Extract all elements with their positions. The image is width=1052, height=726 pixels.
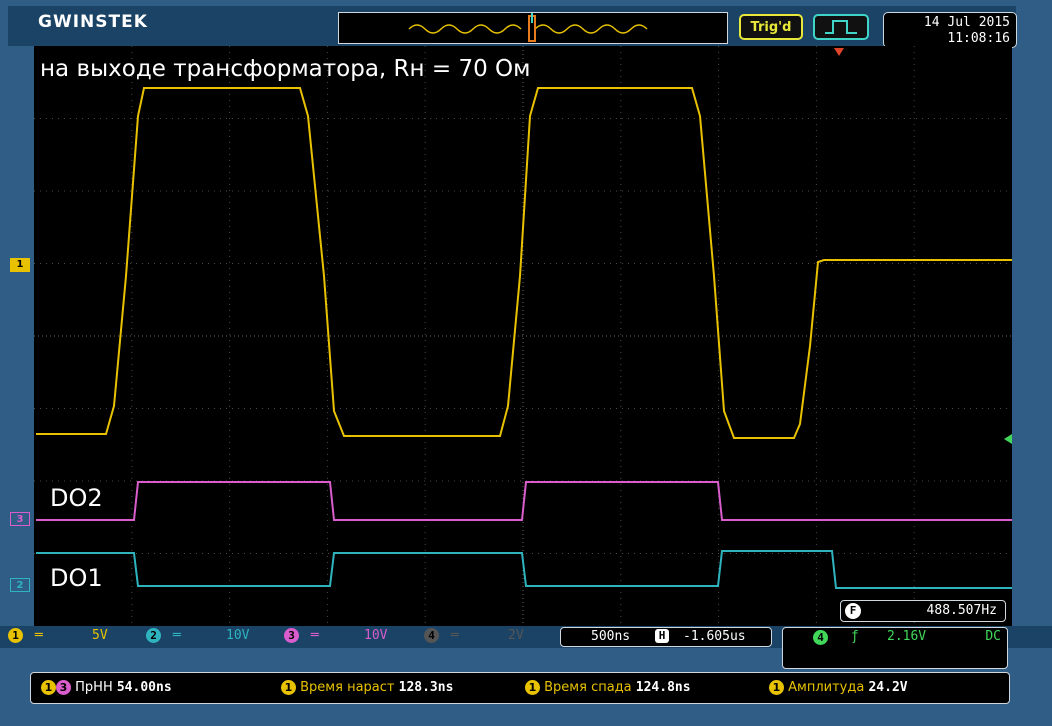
trigger-status: Trig'd: [739, 14, 803, 40]
measurement-fall-time[interactable]: 1 Время спада 124.8ns: [525, 680, 691, 695]
trigger-position-marker: [834, 48, 844, 56]
time-scale: 500ns: [591, 629, 631, 644]
measurement-amplitude[interactable]: 1 Амплитуда 24.2V: [769, 680, 908, 695]
brand-logo: GWINSTEK: [38, 12, 148, 32]
measurement-delay[interactable]: 13 ПрНН 54.00ns: [41, 680, 172, 695]
timebase-setting[interactable]: 500ns H -1.605us: [560, 627, 772, 647]
horizontal-icon: H: [655, 629, 669, 643]
ch2-scale: 10V: [226, 628, 250, 643]
date: 14 Jul 2015: [923, 15, 1010, 30]
ch1-badge: 1: [8, 628, 23, 643]
ch3-marker[interactable]: 3: [10, 512, 30, 526]
ch4-badge: 4: [424, 628, 439, 643]
trigger-level: 2.16V: [887, 629, 927, 644]
do1-label: DO1: [50, 564, 103, 592]
meas-label: Амплитуда: [788, 680, 865, 695]
ch1-badge: 1: [769, 680, 784, 695]
ch2-badge: 2: [146, 628, 161, 643]
graticule: [34, 46, 1012, 626]
ch3-badge: 3: [56, 680, 71, 695]
do2-label: DO2: [50, 484, 103, 512]
ch1-badge: 1: [281, 680, 296, 695]
meas-value: 128.3ns: [398, 680, 454, 695]
ch1-waveform: [36, 87, 1012, 439]
frequency-badge: F: [845, 603, 861, 619]
trigger-source-badge: 4: [813, 630, 828, 645]
acquisition-mode-icon[interactable]: [813, 14, 869, 40]
oscilloscope-frame: GWINSTEK Trig'd 14 Jul 2015 11:08:16 на …: [0, 0, 1052, 726]
ch4-setting[interactable]: 4 ═ 2V: [424, 628, 554, 646]
waveform-overview[interactable]: [338, 12, 728, 44]
ch3-setting[interactable]: 3 ═ 10V: [284, 628, 414, 646]
time-offset: -1.605us: [683, 629, 746, 644]
dc-coupling-icon: ═: [34, 628, 43, 643]
trigger-level-marker: [1004, 434, 1012, 444]
ch1-marker[interactable]: 1: [10, 258, 30, 272]
ch1-setting[interactable]: 1 ═ 5V: [8, 628, 138, 646]
time: 11:08:16: [947, 31, 1010, 46]
meas-value: 124.8ns: [635, 680, 691, 695]
frequency-readout: F 488.507Hz: [840, 600, 1006, 622]
ch2-marker[interactable]: 2: [10, 578, 30, 592]
ch2-waveform: [36, 550, 1012, 589]
waveform-display[interactable]: [34, 46, 1012, 626]
trigger-coupling: DC: [985, 629, 1001, 644]
trigger-setting[interactable]: 4 ƒ 2.16V DC: [782, 627, 1008, 669]
ch3-badge: 3: [284, 628, 299, 643]
ch1-badge: 1: [41, 680, 56, 695]
meas-value: 54.00ns: [116, 680, 172, 695]
ch3-waveform: [36, 481, 1012, 521]
channel-settings-bar: 1 ═ 5V 2 ═ 10V 3 ═ 10V 4 ═ 2V 500ns H -1…: [0, 626, 1052, 669]
dc-coupling-icon: ═: [310, 628, 319, 643]
ch1-badge: 1: [525, 680, 540, 695]
ch3-scale: 10V: [364, 628, 388, 643]
dc-coupling-icon: ═: [172, 628, 181, 643]
meas-label: Время нараст: [300, 680, 395, 695]
overview-wave-icon: [408, 13, 648, 42]
waveform-title: на выходе трансформатора, Rн = 70 Ом: [40, 56, 531, 82]
date-time: 14 Jul 2015 11:08:16: [883, 12, 1017, 48]
top-status-bar: GWINSTEK Trig'd 14 Jul 2015 11:08:16: [8, 6, 1017, 48]
measurement-bar: 13 ПрНН 54.00ns 1 Время нараст 128.3ns 1…: [30, 672, 1010, 704]
ch4-scale: 2V: [508, 628, 524, 643]
ch1-scale: 5V: [92, 628, 108, 643]
measurement-rise-time[interactable]: 1 Время нараст 128.3ns: [281, 680, 453, 695]
ch2-setting[interactable]: 2 ═ 10V: [146, 628, 276, 646]
dc-coupling-icon: ═: [450, 628, 459, 643]
meas-value: 24.2V: [868, 680, 908, 695]
frequency-value: 488.507Hz: [926, 603, 997, 618]
meas-label: ПрНН: [75, 680, 113, 695]
meas-label: Время спада: [544, 680, 632, 695]
rising-edge-icon: ƒ: [851, 629, 859, 644]
